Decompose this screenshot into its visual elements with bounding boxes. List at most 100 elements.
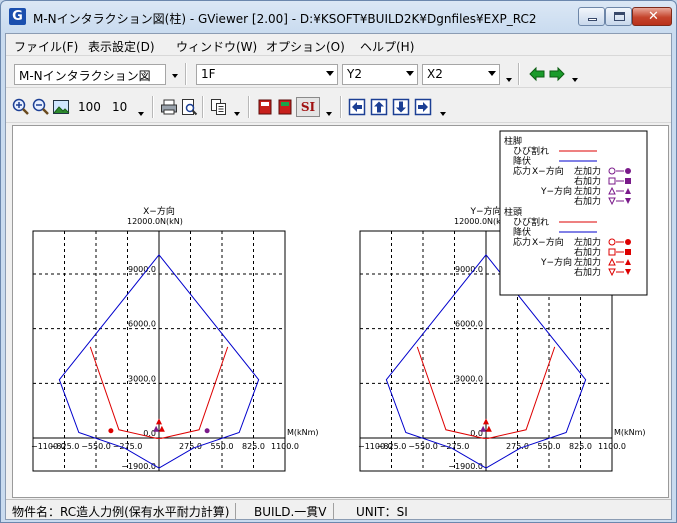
- x-tick-label: 825.0: [569, 442, 592, 451]
- zoom-out-icon[interactable]: [32, 98, 50, 116]
- y-tick-label: 3000.0: [455, 374, 483, 383]
- menu-options[interactable]: オプション(O): [266, 38, 345, 55]
- print-preview-icon[interactable]: [180, 98, 198, 116]
- x-tick-label: 825.0: [242, 442, 265, 451]
- x-tick-label: 1100.0: [271, 442, 299, 451]
- legend-y-dir-label: Y−方向: [540, 185, 572, 197]
- y-axis-max-label: 12000.0: [127, 217, 160, 226]
- floor-select-value: 1F: [201, 67, 216, 81]
- arrow-down-box-icon[interactable]: [392, 98, 410, 116]
- y-axis-select[interactable]: Y2: [342, 64, 418, 85]
- legend-right-force-label: 右加力: [574, 195, 601, 207]
- toolbar-tools: 100 10 SI: [6, 91, 671, 123]
- book-red-icon[interactable]: [256, 98, 274, 116]
- legend-box: 柱脚 ひび割れ 降伏 応力 X−方向 左加力 右加力 Y−方向 左加力 右加力: [499, 130, 648, 296]
- stress-point-marker: [483, 418, 489, 425]
- window-title: M-Nインタラクション図(柱) - GViewer [2.00] - D:¥KS…: [33, 12, 537, 26]
- client-area: ファイル(F) 表示設定(D) ウィンドウ(W) オプション(O) ヘルプ(H)…: [5, 33, 672, 520]
- legend-foot-heading: 柱脚: [504, 135, 522, 147]
- menu-help[interactable]: ヘルプ(H): [360, 38, 414, 55]
- status-unit: UNIT：SI: [356, 505, 408, 519]
- legend-right-force-label: 右加力: [574, 246, 601, 258]
- separator: [340, 96, 342, 118]
- filled-square-marker: [625, 178, 631, 184]
- unit-dropdown-icon[interactable]: [326, 112, 332, 116]
- separator: [248, 96, 250, 118]
- x-axis-label: M(kNm): [287, 428, 319, 437]
- y-tick-label: 6000.0: [455, 320, 483, 329]
- app-logo-icon: G: [9, 8, 26, 25]
- separator: [518, 63, 520, 85]
- stress-point-marker: [158, 425, 165, 432]
- legend-left-force-label: 左加力: [574, 165, 601, 177]
- menu-file[interactable]: ファイル(F): [14, 38, 78, 55]
- x-tick-label: 550.0: [211, 442, 234, 451]
- menu-window[interactable]: ウィンドウ(W): [176, 38, 257, 55]
- x-tick-label: −550.0: [81, 442, 111, 451]
- status-bar: 物件名：RC造人力例(保有水平耐力計算) BUILD.一貫Ⅴ UNIT：SI: [6, 499, 671, 520]
- legend-right-force-label: 右加力: [574, 175, 601, 187]
- value-dropdown-icon[interactable]: [138, 112, 144, 116]
- x-tick-label: −825.0: [50, 442, 80, 451]
- print-icon[interactable]: [160, 98, 178, 116]
- unit-label: SI: [300, 100, 316, 114]
- copy-dropdown-icon[interactable]: [234, 112, 240, 116]
- separator: [202, 96, 204, 118]
- legend-left-force-label: 左加力: [574, 236, 601, 248]
- x-axis-select-value: X2: [427, 67, 443, 81]
- x-tick-label: 550.0: [538, 442, 561, 451]
- legend-yield-label: 降伏: [513, 226, 531, 238]
- filled-square-marker: [625, 249, 631, 255]
- view-dropdown-icon[interactable]: [172, 74, 178, 78]
- y-tick-label: 9000.0: [455, 265, 483, 274]
- move-dropdown-icon[interactable]: [440, 112, 446, 116]
- y-axis-max-label: 12000.0: [454, 217, 487, 226]
- step-value[interactable]: 10: [112, 99, 127, 116]
- stress-point-marker: [156, 418, 162, 425]
- minimize-icon: [588, 18, 597, 21]
- arrow-right-icon[interactable]: [548, 65, 566, 83]
- arrow-right-box-icon[interactable]: [414, 98, 432, 116]
- chart-x-direction: X−方向12000.0 N(kN) M(kNm) 9000.0 6000.0 3000.0…: [31, 205, 319, 472]
- arrow-up-box-icon[interactable]: [370, 98, 388, 116]
- floor-select[interactable]: 1F: [196, 64, 338, 85]
- axis-dropdown-icon[interactable]: [506, 78, 512, 82]
- book-green-icon[interactable]: [276, 98, 294, 116]
- chart-title: X−方向: [143, 205, 175, 217]
- status-project-name: 物件名：RC造人力例(保有水平耐力計算): [12, 503, 237, 520]
- stress-point-marker: [204, 428, 210, 434]
- menu-bar: ファイル(F) 表示設定(D) ウィンドウ(W) オプション(O) ヘルプ(H): [6, 34, 671, 56]
- legend-x-dir-label: X−方向: [532, 236, 564, 248]
- separator: [152, 96, 154, 118]
- y-tick-label: 3000.0: [128, 374, 156, 383]
- close-button[interactable]: ✕: [632, 7, 672, 26]
- scale-value[interactable]: 100: [78, 99, 101, 116]
- arrow-left-box-icon[interactable]: [348, 98, 366, 116]
- menu-view-settings[interactable]: 表示設定(D): [88, 38, 155, 55]
- copy-icon[interactable]: [210, 98, 228, 116]
- y-axis-select-value: Y2: [347, 67, 362, 81]
- legend-yield-label: 降伏: [513, 155, 531, 167]
- view-select[interactable]: M-Nインタラクション図: [14, 64, 166, 85]
- legend-crack-label: ひび割れ: [513, 216, 549, 228]
- picture-icon[interactable]: [52, 98, 70, 116]
- legend-left-force-label: 左加力: [574, 256, 601, 268]
- legend-stress-label: 応力: [513, 165, 531, 177]
- maximize-button[interactable]: [605, 7, 632, 26]
- legend-y-dir-label: Y−方向: [540, 256, 572, 268]
- legend-right-force-label: 右加力: [574, 266, 601, 278]
- y-axis-label: N(kN): [160, 217, 183, 226]
- nav-dropdown-icon[interactable]: [572, 78, 578, 82]
- minimize-button[interactable]: [578, 7, 605, 26]
- x-axis-label: M(kNm): [614, 428, 646, 437]
- toolbar-selectors: M-Nインタラクション図 1F Y2 X2: [6, 58, 671, 88]
- title-bar[interactable]: G M-Nインタラクション図(柱) - GViewer [2.00] - D:¥…: [1, 1, 676, 33]
- x-tick-label: −825.0: [377, 442, 407, 451]
- arrow-left-icon[interactable]: [528, 65, 546, 83]
- zoom-in-icon[interactable]: [12, 98, 30, 116]
- chart-canvas[interactable]: X−方向 12000.0 N(kN) M(kNm) 9000.0 6000.0 3000.0…: [12, 125, 669, 498]
- maximize-icon: [614, 12, 625, 21]
- view-select-value: M-Nインタラクション図: [19, 69, 151, 83]
- si-icon[interactable]: SI: [296, 97, 320, 117]
- x-axis-select[interactable]: X2: [422, 64, 500, 85]
